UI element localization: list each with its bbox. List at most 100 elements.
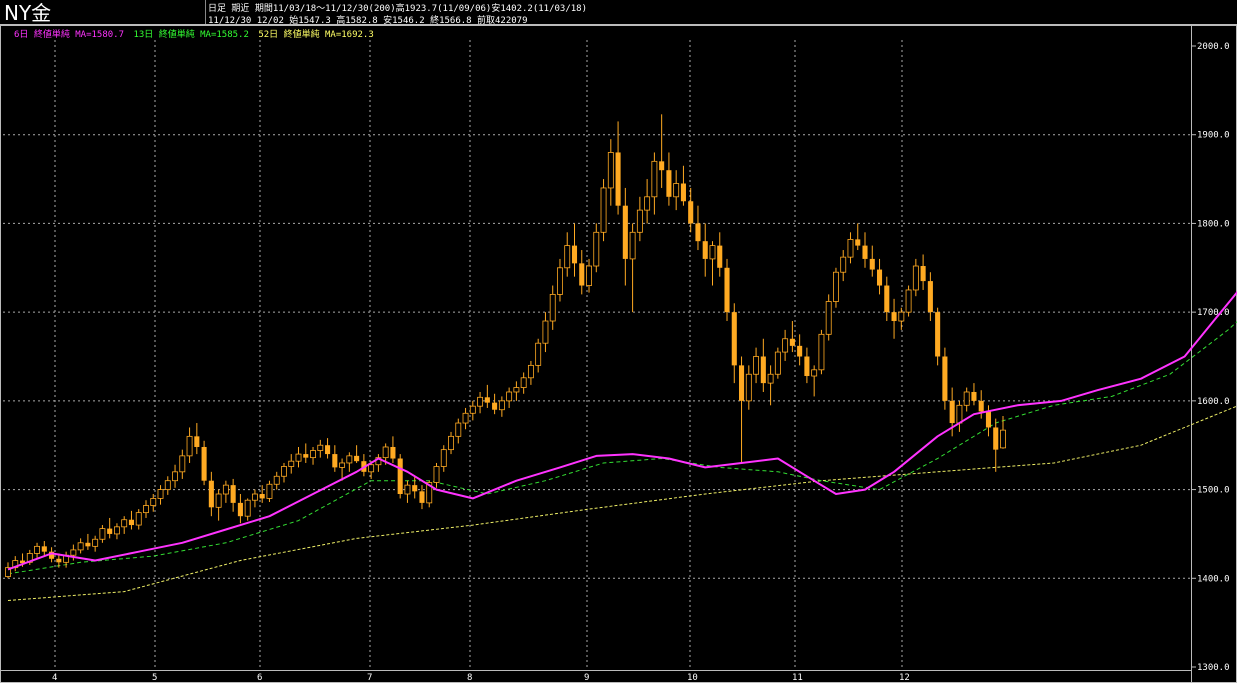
candle-body xyxy=(303,454,309,458)
candle-body xyxy=(905,289,912,313)
y-tick-label: 1500.0 xyxy=(1197,486,1230,496)
candle-body xyxy=(709,245,716,260)
candle-body xyxy=(85,542,91,547)
candle-body xyxy=(332,454,338,468)
candle-body xyxy=(157,489,164,499)
candle-body xyxy=(251,493,258,501)
candle-body xyxy=(208,480,214,508)
candle-body xyxy=(477,396,484,407)
candle-body xyxy=(99,528,106,540)
candle-body xyxy=(847,238,854,258)
candle-body xyxy=(745,373,752,402)
candle-body xyxy=(404,484,411,495)
candle-body xyxy=(230,485,236,503)
candle-body xyxy=(956,404,963,424)
x-tick-label: 8 xyxy=(467,673,472,683)
candle-body xyxy=(600,187,607,233)
candle-body xyxy=(629,231,636,260)
candle-body xyxy=(963,391,970,406)
candle-body xyxy=(564,245,571,269)
candle-body xyxy=(135,512,142,526)
candle-body xyxy=(107,528,113,534)
candle-body xyxy=(215,493,222,508)
candle-body xyxy=(920,266,926,282)
y-tick-label: 1800.0 xyxy=(1197,219,1230,229)
candle-body xyxy=(884,285,890,313)
candle-body xyxy=(557,267,563,295)
candle-body xyxy=(34,545,40,554)
candle-body xyxy=(659,161,665,171)
candle-body xyxy=(288,460,295,467)
candle-body xyxy=(651,160,658,198)
candle-body xyxy=(440,449,447,467)
candle-body xyxy=(782,338,789,353)
candle-body xyxy=(825,301,832,335)
candle-body xyxy=(804,356,810,377)
candle-body xyxy=(586,265,592,286)
candle-body xyxy=(433,466,440,483)
candle-body xyxy=(717,245,723,268)
candle-body xyxy=(535,342,542,366)
candle-body xyxy=(92,538,99,547)
candle-body xyxy=(520,377,527,388)
candle-body xyxy=(673,183,680,198)
candle-body xyxy=(77,542,84,551)
candle-body xyxy=(774,351,781,375)
candle-body xyxy=(317,444,324,451)
price-chart: 2000.0 1900.0 1800.0 1700.0 1600.0 1500.0 1400… xyxy=(0,24,1237,683)
candle-body xyxy=(194,436,200,447)
candle-body xyxy=(666,170,672,197)
candle-body xyxy=(222,484,229,495)
candle-body xyxy=(811,369,818,377)
y-tick-label: 1600.0 xyxy=(1197,397,1230,407)
candle-body xyxy=(368,464,375,473)
candle-body xyxy=(579,263,585,286)
y-tick-label: 1700.0 xyxy=(1197,308,1230,318)
candle-body xyxy=(179,455,186,473)
candle-body xyxy=(862,245,868,259)
candle-body xyxy=(833,271,839,302)
candle-body xyxy=(985,411,992,428)
candle-body xyxy=(869,258,875,270)
candle-body xyxy=(150,498,157,506)
candle-body xyxy=(797,345,803,357)
candle-body xyxy=(448,435,454,451)
candle-body xyxy=(121,519,128,528)
candle-body xyxy=(382,446,389,459)
x-tick-label: 6 xyxy=(257,673,262,683)
candle-body xyxy=(498,400,505,411)
candle-body xyxy=(273,475,280,485)
candle-body xyxy=(70,549,77,556)
candle-body xyxy=(876,269,883,286)
candle-body xyxy=(949,400,955,424)
y-tick-label: 1400.0 xyxy=(1197,574,1230,584)
candle-body xyxy=(201,446,207,481)
y-tick-label: 1900.0 xyxy=(1197,131,1230,141)
candle-body xyxy=(259,494,265,499)
candle-body xyxy=(818,333,825,371)
x-tick-label: 7 xyxy=(367,673,372,683)
candle-body xyxy=(346,455,353,464)
candle-body xyxy=(912,265,919,291)
candle-body xyxy=(789,338,795,346)
candle-body xyxy=(462,412,469,424)
candle-body xyxy=(113,526,120,535)
candle-body xyxy=(571,245,578,264)
candle-body xyxy=(978,400,984,412)
x-tick-label: 5 xyxy=(152,673,157,683)
candle-body xyxy=(492,402,498,410)
candle-body xyxy=(731,312,737,366)
candle-body xyxy=(281,466,287,477)
candle-body xyxy=(891,312,897,322)
x-tick-label: 9 xyxy=(584,673,589,683)
candle-body xyxy=(549,293,556,322)
candle-body xyxy=(339,462,346,468)
candle-body xyxy=(767,373,774,384)
candle-body xyxy=(295,453,302,462)
candle-body xyxy=(513,387,520,393)
x-tick-label: 10 xyxy=(687,673,698,683)
candle-body xyxy=(971,391,977,401)
candle-body xyxy=(455,422,462,437)
candle-body xyxy=(484,397,490,403)
candle-body xyxy=(527,364,534,379)
